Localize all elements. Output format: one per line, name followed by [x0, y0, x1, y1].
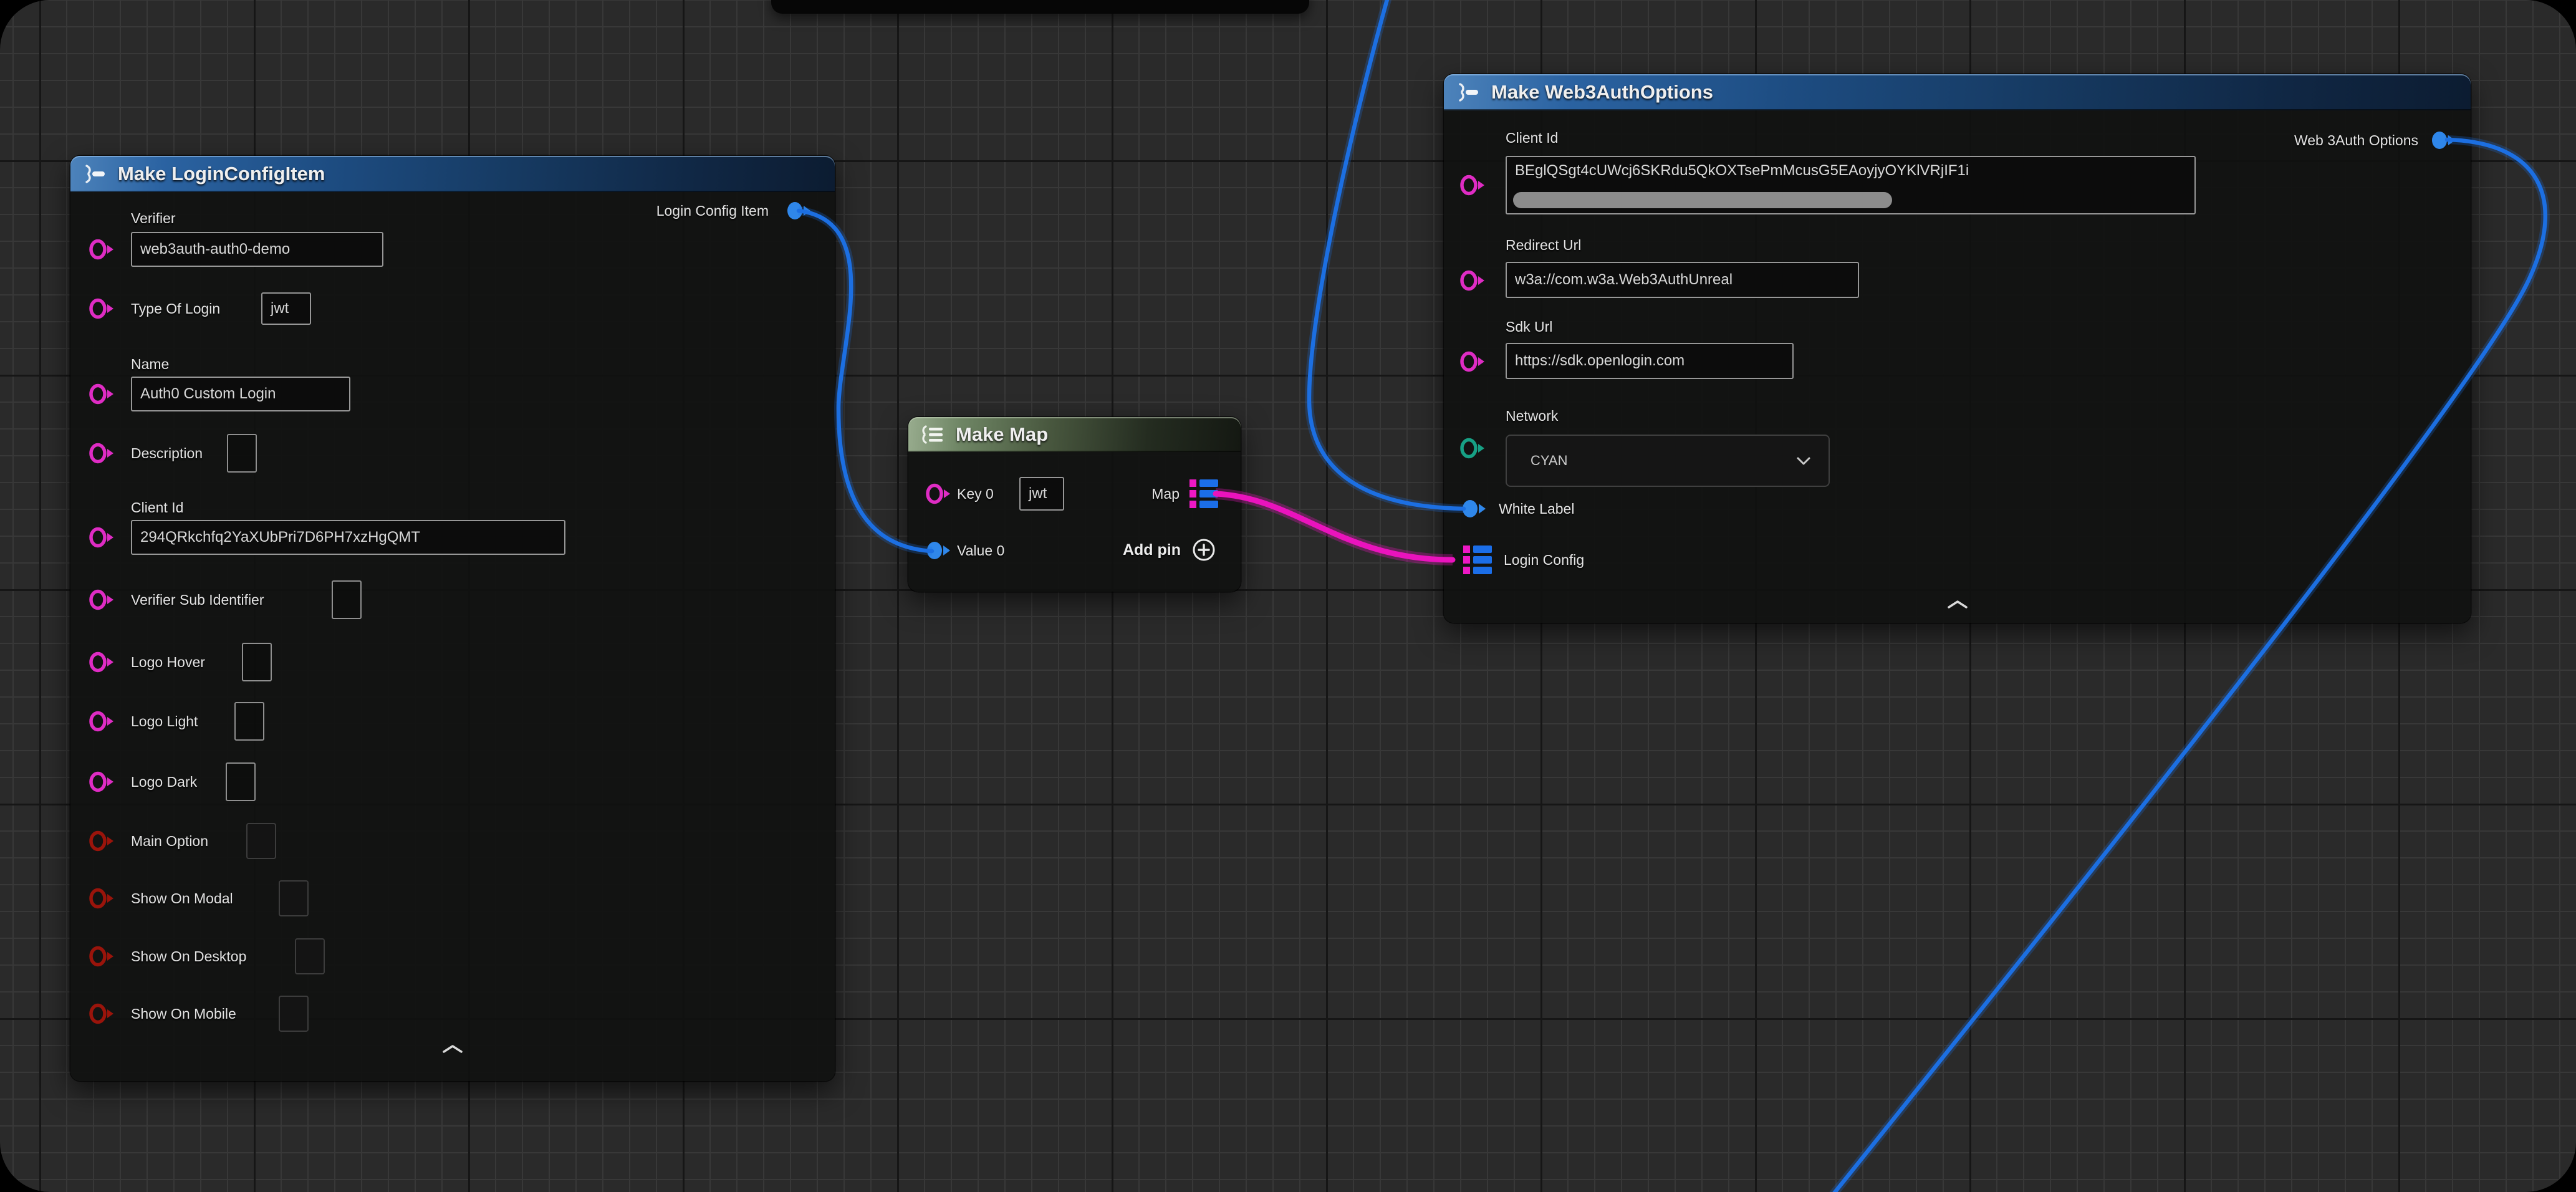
input-pin-verifier[interactable]	[88, 238, 115, 261]
make-map-icon	[921, 425, 946, 445]
client-id-input[interactable]: BEglQSgt4cUWcj6SKRdu5QkOXTsePmMcusG5EAoy…	[1506, 156, 2196, 214]
pin-label-verifier-sub-identifier: Verifier Sub Identifier	[131, 591, 264, 608]
logo-hover-input[interactable]	[242, 643, 272, 681]
redirect-url-input[interactable]: w3a://com.w3a.Web3AuthUnreal	[1506, 262, 1859, 298]
pin-label-description: Description	[131, 445, 203, 462]
description-input[interactable]	[227, 434, 257, 473]
input-pin-verifier-sub-identifier[interactable]	[88, 589, 115, 611]
chevron-down-icon	[1796, 456, 1811, 466]
logo-dark-input[interactable]	[226, 762, 256, 801]
input-pin-main-option[interactable]	[88, 830, 115, 852]
node-header-make-login-config-item[interactable]: Make LoginConfigItem	[70, 156, 835, 192]
node-title: Make Web3AuthOptions	[1491, 81, 1713, 103]
show-on-desktop-checkbox[interactable]	[295, 938, 325, 974]
pin-label-sdk-url: Sdk Url	[1506, 318, 1552, 335]
pin-label-white-label: White Label	[1499, 500, 1574, 517]
node-make-web3auth-options: Make Web3AuthOptions Web 3Auth Options C…	[1444, 74, 2471, 623]
key0-input[interactable]: jwt	[1019, 477, 1064, 511]
input-pin-name[interactable]	[88, 383, 115, 405]
pin-label-client-id: Client Id	[131, 499, 183, 516]
pin-label-key0: Key 0	[957, 485, 994, 502]
input-pin-logo-hover[interactable]	[88, 651, 115, 673]
network-dropdown[interactable]: CYAN	[1506, 435, 1830, 487]
pin-label-show-on-desktop: Show On Desktop	[131, 948, 246, 965]
pin-label-login-config-item: Login Config Item	[656, 202, 769, 219]
verifier-sub-identifier-input[interactable]	[332, 580, 362, 619]
pin-label-client-id: Client Id	[1506, 129, 1558, 147]
offscreen-node-bottom	[771, 0, 1309, 14]
sdk-url-input[interactable]: https://sdk.openlogin.com	[1506, 343, 1794, 379]
input-pin-show-on-modal[interactable]	[88, 887, 115, 910]
collapse-node-chevron-icon[interactable]	[1947, 599, 1968, 609]
node-title: Make Map	[956, 423, 1048, 446]
wire-offscreen-to-white-label[interactable]	[1309, 0, 1464, 509]
input-pin-redirect-url[interactable]	[1459, 269, 1486, 292]
network-selected-value: CYAN	[1507, 453, 1796, 469]
wire-glow	[1309, 0, 1464, 509]
add-pin-plus-icon	[1191, 537, 1217, 563]
input-pin-description[interactable]	[88, 442, 115, 464]
pin-label-logo-light: Logo Light	[131, 713, 198, 730]
pin-label-network: Network	[1506, 407, 1558, 425]
input-pin-logo-light[interactable]	[88, 710, 115, 733]
main-option-checkbox[interactable]	[246, 823, 276, 859]
pin-label-logo-hover: Logo Hover	[131, 653, 205, 671]
pin-label-login-config: Login Config	[1504, 551, 1584, 569]
input-pin-type-of-login[interactable]	[88, 297, 115, 320]
make-struct-icon	[83, 164, 108, 184]
input-pin-key0[interactable]	[925, 483, 952, 505]
pin-label-show-on-modal: Show On Modal	[131, 890, 233, 907]
type-of-login-input[interactable]: jwt	[261, 292, 311, 325]
node-make-login-config-item: Make LoginConfigItem Login Config Item V…	[70, 156, 835, 1081]
input-pin-client-id[interactable]	[88, 526, 115, 549]
input-pin-sdk-url[interactable]	[1459, 350, 1486, 373]
pin-label-web3auth-options: Web 3Auth Options	[2294, 132, 2418, 149]
blueprint-graph-canvas[interactable]: Make LoginConfigItem Login Config Item V…	[0, 0, 2576, 1192]
input-pin-login-config[interactable]	[1463, 546, 1492, 575]
pin-label-map: Map	[1151, 485, 1180, 502]
node-header-make-map[interactable]: Make Map	[908, 417, 1241, 452]
client-id-input[interactable]: 294QRkchfq2YaXUbPri7D6PH7xzHgQMT	[131, 520, 565, 555]
name-input[interactable]: Auth0 Custom Login	[131, 377, 350, 411]
pin-label-show-on-mobile: Show On Mobile	[131, 1005, 236, 1022]
node-title: Make LoginConfigItem	[118, 163, 325, 185]
input-pin-network[interactable]	[1459, 437, 1486, 459]
verifier-input[interactable]: web3auth-auth0-demo	[131, 232, 383, 267]
logo-light-input[interactable]	[234, 702, 264, 741]
node-make-map: Make Map Key 0 jwt Map Value 0 Add pin	[908, 417, 1241, 592]
show-on-modal-checkbox[interactable]	[279, 880, 309, 916]
show-on-mobile-checkbox[interactable]	[279, 996, 309, 1032]
node-header-make-web3auth-options[interactable]: Make Web3AuthOptions	[1444, 74, 2471, 110]
pin-label-main-option: Main Option	[131, 832, 208, 850]
input-pin-show-on-mobile[interactable]	[88, 1002, 115, 1025]
input-pin-show-on-desktop[interactable]	[88, 945, 115, 968]
add-pin-button[interactable]: Add pin	[1123, 537, 1217, 563]
client-id-text: BEglQSgt4cUWcj6SKRdu5QkOXTsePmMcusG5EAoy…	[1515, 162, 1969, 180]
pin-label-verifier: Verifier	[131, 209, 176, 227]
input-pin-logo-dark[interactable]	[88, 771, 115, 793]
pin-label-value0: Value 0	[957, 542, 1004, 559]
make-struct-icon	[1456, 82, 1481, 102]
pin-label-name: Name	[131, 355, 169, 373]
input-pin-client-id[interactable]	[1459, 174, 1486, 196]
add-pin-label: Add pin	[1123, 541, 1181, 559]
client-id-hscrollbar[interactable]	[1513, 192, 1892, 208]
collapse-node-chevron-icon[interactable]	[442, 1044, 463, 1054]
pin-label-type-of-login: Type Of Login	[131, 300, 220, 317]
pin-label-logo-dark: Logo Dark	[131, 773, 197, 791]
pin-label-redirect-url: Redirect Url	[1506, 236, 1581, 254]
